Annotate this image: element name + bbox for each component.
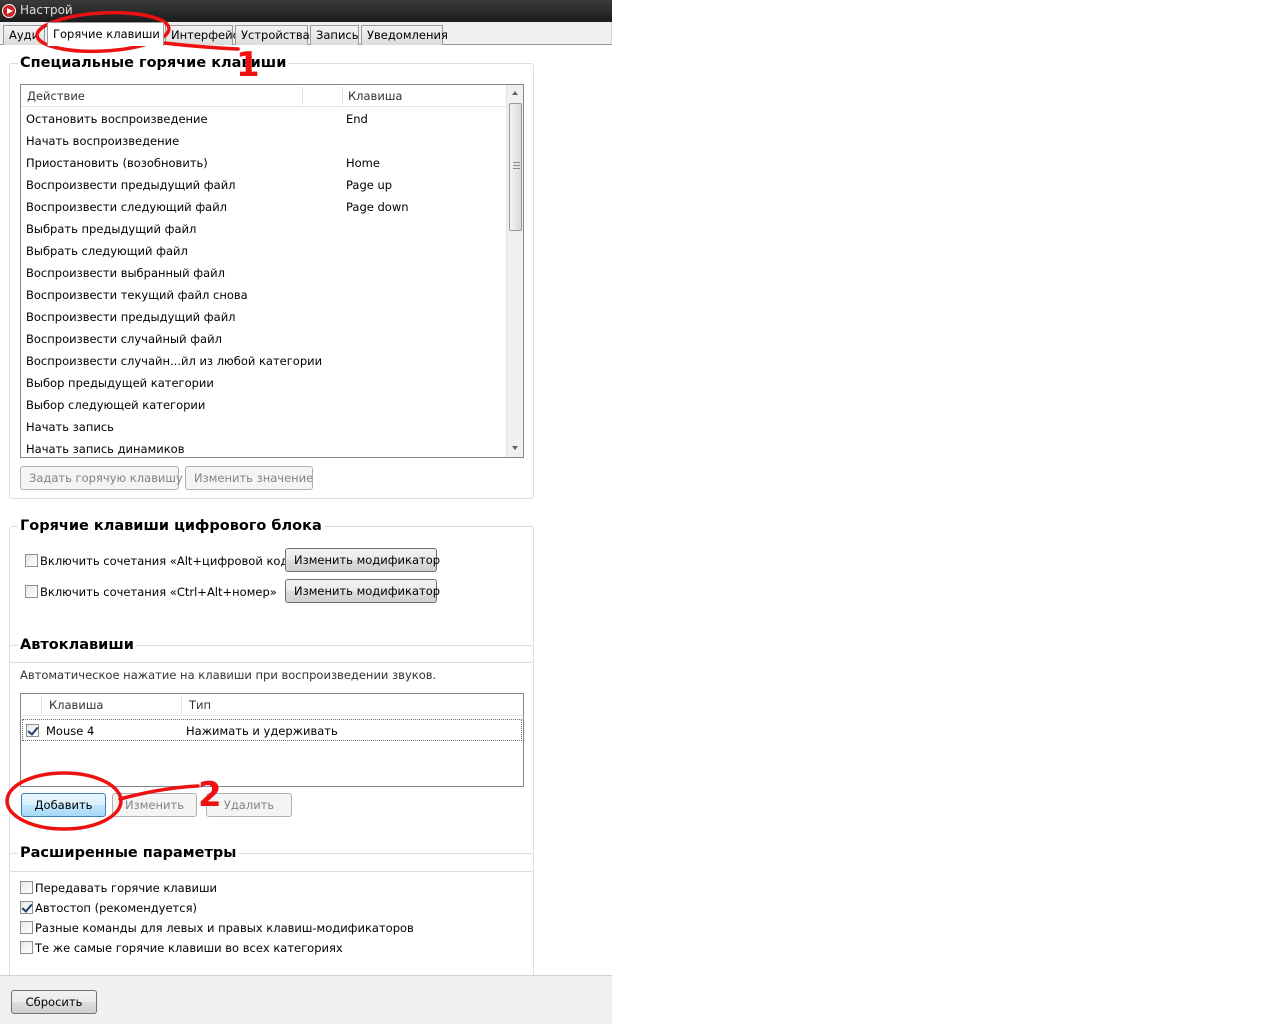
alt-numeric-checkbox[interactable] bbox=[25, 554, 38, 567]
same-hotkeys-label: Те же самые горячие клавиши во всех кате… bbox=[35, 941, 343, 955]
hotkeys-panel: Специальные горячие клавиши Действие Кла… bbox=[0, 45, 612, 1013]
add-autokey-button[interactable]: Добавить bbox=[21, 793, 106, 817]
row-action: Воспроизвести предыдущий файл bbox=[26, 178, 236, 192]
autokeys-group: Автоклавиши Автоматическое нажатие на кл… bbox=[9, 636, 534, 872]
row-action: Воспроизвести следующий файл bbox=[26, 200, 228, 214]
tab-recording[interactable]: Запись bbox=[310, 25, 359, 45]
list-row[interactable]: Выбор предыдущей категории bbox=[21, 372, 507, 394]
dialog-footer: Сбросить bbox=[0, 975, 612, 1024]
autokeys-list[interactable]: Клавиша Тип Mouse 4 Нажимать и удерживат… bbox=[20, 693, 524, 787]
column-separator bbox=[181, 696, 182, 714]
tab-interface[interactable]: Интерфейс bbox=[165, 25, 239, 45]
row-action: Начать запись bbox=[26, 420, 114, 434]
special-list-scrollbar[interactable] bbox=[506, 85, 523, 457]
separate-modifiers-checkbox[interactable] bbox=[20, 921, 33, 934]
list-row[interactable]: Воспроизвести текущий файл снова bbox=[21, 284, 507, 306]
autokeys-title: Автоклавиши bbox=[18, 636, 136, 654]
row-action: Воспроизвести предыдущий файл bbox=[26, 310, 236, 324]
row-action: Выбрать следующий файл bbox=[26, 244, 188, 258]
row-action: Воспроизвести выбранный файл bbox=[26, 266, 225, 280]
grip-line bbox=[513, 165, 520, 166]
list-row[interactable]: Остановить воспроизведение End bbox=[21, 108, 507, 130]
list-row[interactable]: Воспроизвести следующий файл Page down bbox=[21, 196, 507, 218]
list-row[interactable]: Воспроизвести предыдущий файл bbox=[21, 306, 507, 328]
autokey-key: Mouse 4 bbox=[46, 724, 95, 738]
window-title: Настрой bbox=[20, 3, 73, 17]
change-modifier-button-ctrl[interactable]: Изменить модификатор bbox=[285, 579, 440, 603]
autostop-checkbox[interactable] bbox=[20, 901, 33, 914]
grip-line bbox=[513, 162, 520, 163]
alt-numeric-label: Включить сочетания «Alt+цифровой код» bbox=[40, 554, 296, 568]
list-row[interactable]: Начать запись bbox=[21, 416, 507, 438]
list-row[interactable]: Воспроизвести выбранный файл bbox=[21, 262, 507, 284]
autokey-row[interactable]: Mouse 4 Нажимать и удерживать bbox=[22, 719, 522, 741]
row-action: Выбор предыдущей категории bbox=[26, 376, 214, 390]
ctrl-alt-number-label: Включить сочетания «Ctrl+Alt+номер» bbox=[40, 585, 277, 599]
list-row[interactable]: Выбор следующей категории bbox=[21, 394, 507, 416]
set-hotkey-button[interactable]: Задать горячую клавишу bbox=[20, 466, 183, 490]
autostop-label: Автостоп (рекомендуется) bbox=[35, 901, 197, 915]
advanced-options-title: Расширенные параметры bbox=[18, 844, 239, 862]
app-play-icon bbox=[2, 4, 16, 18]
change-modifier-button-alt[interactable]: Изменить модификатор bbox=[285, 548, 440, 572]
special-list-header: Действие Клавиша bbox=[21, 85, 507, 107]
list-row[interactable]: Начать запись динамиков bbox=[21, 438, 507, 457]
row-key: Page up bbox=[346, 178, 393, 192]
autokeys-list-header: Клавиша Тип bbox=[21, 694, 523, 716]
autokeys-description: Автоматическое нажатие на клавиши при во… bbox=[20, 668, 437, 682]
special-hotkeys-group: Специальные горячие клавиши Действие Кла… bbox=[9, 54, 534, 499]
row-action: Начать воспроизведение bbox=[26, 134, 180, 148]
column-separator bbox=[41, 696, 42, 714]
list-row[interactable]: Воспроизвести случайный файл bbox=[21, 328, 507, 350]
column-header-action[interactable]: Действие bbox=[21, 85, 85, 107]
row-action: Выбрать предыдущий файл bbox=[26, 222, 197, 236]
column-header-type[interactable]: Тип bbox=[183, 694, 211, 716]
special-hotkeys-list[interactable]: Действие Клавиша Остановить воспроизведе… bbox=[20, 84, 524, 458]
row-action: Воспроизвести случайн...йл из любой кате… bbox=[26, 354, 323, 368]
list-row[interactable]: Начать воспроизведение bbox=[21, 130, 507, 152]
pass-hotkeys-label: Передавать горячие клавиши bbox=[35, 881, 217, 895]
list-row[interactable]: Выбрать предыдущий файл bbox=[21, 218, 507, 240]
column-header-key[interactable]: Клавиша bbox=[43, 694, 103, 716]
settings-window: Настрой Ауди Горячие клавиши Интерфейс У… bbox=[0, 0, 612, 1024]
row-action: Начать запись динамиков bbox=[26, 442, 185, 456]
special-hotkeys-title: Специальные горячие клавиши bbox=[18, 54, 289, 72]
change-value-button[interactable]: Изменить значение bbox=[185, 466, 313, 490]
ctrl-alt-number-checkbox[interactable] bbox=[25, 585, 38, 598]
list-row[interactable]: Воспроизвести случайн...йл из любой кате… bbox=[21, 350, 507, 372]
list-row[interactable]: Приостановить (возобновить) Home bbox=[21, 152, 507, 174]
tab-hotkeys[interactable]: Горячие клавиши bbox=[47, 22, 164, 46]
tab-audio[interactable]: Ауди bbox=[3, 25, 45, 45]
delete-autokey-button[interactable]: Удалить bbox=[206, 793, 292, 817]
row-key: Home bbox=[346, 156, 380, 170]
row-key: End bbox=[346, 112, 368, 126]
row-key: Page down bbox=[346, 200, 409, 214]
row-action: Воспроизвести случайный файл bbox=[26, 332, 222, 346]
row-action: Приостановить (возобновить) bbox=[26, 156, 208, 170]
row-action: Выбор следующей категории bbox=[26, 398, 206, 412]
list-row[interactable]: Выбрать следующий файл bbox=[21, 240, 507, 262]
row-action: Остановить воспроизведение bbox=[26, 112, 208, 126]
autokey-enabled-checkbox[interactable] bbox=[26, 724, 39, 737]
numpad-hotkeys-title: Горячие клавиши цифрового блока bbox=[18, 517, 324, 535]
row-action: Воспроизвести текущий файл снова bbox=[26, 288, 248, 302]
grip-line bbox=[513, 168, 520, 169]
title-bar: Настрой bbox=[0, 0, 612, 22]
reset-button[interactable]: Сбросить bbox=[11, 990, 97, 1014]
column-header-key[interactable]: Клавиша bbox=[342, 85, 402, 107]
tab-devices[interactable]: Устройства bbox=[235, 25, 310, 45]
scroll-down-arrow-icon[interactable] bbox=[507, 440, 523, 457]
tab-notifications[interactable]: Уведомления bbox=[361, 25, 448, 45]
tab-strip: Ауди Горячие клавиши Интерфейс Устройств… bbox=[0, 22, 612, 46]
list-row[interactable]: Воспроизвести предыдущий файл Page up bbox=[21, 174, 507, 196]
edit-autokey-button[interactable]: Изменить bbox=[112, 793, 197, 817]
column-separator bbox=[302, 87, 303, 105]
autokey-type: Нажимать и удерживать bbox=[186, 724, 338, 738]
separate-modifiers-label: Разные команды для левых и правых клавиш… bbox=[35, 921, 414, 935]
scroll-up-arrow-icon[interactable] bbox=[507, 85, 523, 102]
pass-hotkeys-checkbox[interactable] bbox=[20, 881, 33, 894]
same-hotkeys-checkbox[interactable] bbox=[20, 941, 33, 954]
scroll-thumb[interactable] bbox=[509, 103, 522, 231]
